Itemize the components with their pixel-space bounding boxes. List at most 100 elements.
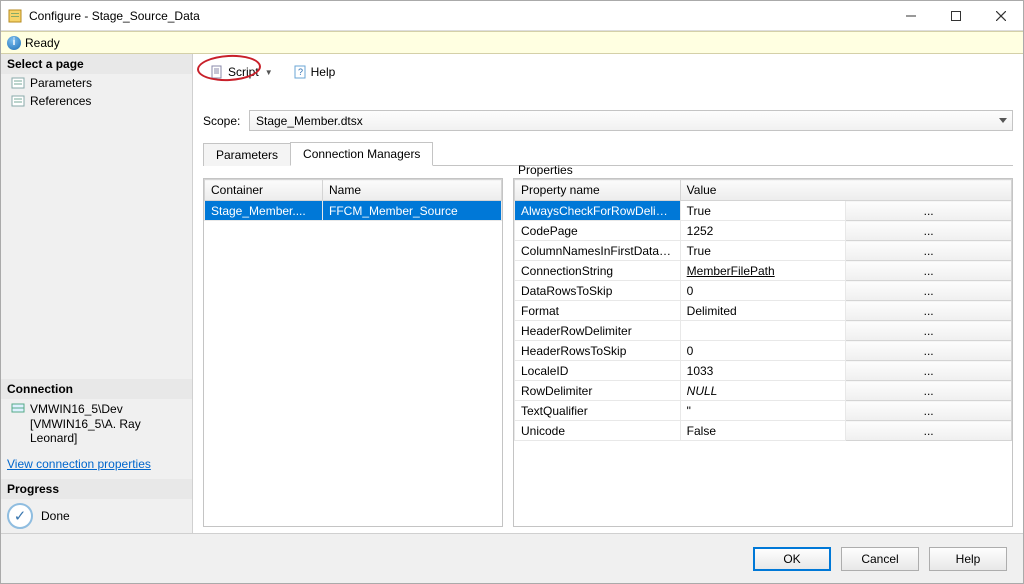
connection-header: Connection <box>1 379 192 399</box>
connection-server-text: VMWIN16_5\Dev <box>30 402 123 416</box>
help-label: Help <box>311 65 336 79</box>
help-icon: ? <box>293 66 307 78</box>
ellipsis-button[interactable]: ... <box>846 341 1012 361</box>
ellipsis-button[interactable]: ... <box>846 321 1012 341</box>
cancel-button[interactable]: Cancel <box>841 547 919 571</box>
property-row[interactable]: HeaderRowDelimiter... <box>515 321 1012 341</box>
prop-header-name[interactable]: Property name <box>515 180 681 201</box>
info-icon: i <box>7 36 21 50</box>
view-connection-properties-link[interactable]: View connection properties <box>7 457 186 471</box>
property-row[interactable]: HeaderRowsToSkip0... <box>515 341 1012 361</box>
property-value[interactable]: 1252 <box>680 221 846 241</box>
close-button[interactable] <box>978 1 1023 30</box>
property-value[interactable]: False <box>680 421 846 441</box>
scope-row: Scope: Stage_Member.dtsx <box>203 110 1013 131</box>
ellipsis-button[interactable]: ... <box>846 401 1012 421</box>
progress-block: ✓ Done <box>1 499 192 533</box>
ellipsis-button[interactable]: ... <box>846 421 1012 441</box>
scope-label: Scope: <box>203 114 241 128</box>
property-name: Unicode <box>515 421 681 441</box>
property-value[interactable]: 1033 <box>680 361 846 381</box>
progress-header: Progress <box>1 479 192 499</box>
maximize-button[interactable] <box>933 1 978 30</box>
progress-status: Done <box>41 509 70 523</box>
connection-user: [VMWIN16_5\A. Ray Leonard] <box>7 417 186 445</box>
cm-header-name[interactable]: Name <box>323 180 502 201</box>
property-value[interactable]: NULL <box>680 381 846 401</box>
window-title: Configure - Stage_Source_Data <box>29 9 888 23</box>
cm-header-container[interactable]: Container <box>205 180 323 201</box>
left-pane: Select a page Parameters References Conn… <box>1 54 193 533</box>
ellipsis-button[interactable]: ... <box>846 241 1012 261</box>
nav-parameters[interactable]: Parameters <box>1 74 192 92</box>
property-row[interactable]: RowDelimiterNULL... <box>515 381 1012 401</box>
check-icon: ✓ <box>7 503 33 529</box>
property-value[interactable] <box>680 321 846 341</box>
script-button[interactable]: Script ▼ <box>203 62 280 82</box>
ready-bar: i Ready <box>1 31 1023 54</box>
ellipsis-button[interactable]: ... <box>846 261 1012 281</box>
property-value[interactable]: 0 <box>680 341 846 361</box>
property-name: TextQualifier <box>515 401 681 421</box>
property-row[interactable]: ColumnNamesInFirstDataRowTrue... <box>515 241 1012 261</box>
select-page-header: Select a page <box>1 54 192 74</box>
parameters-icon <box>11 77 25 89</box>
property-row[interactable]: CodePage1252... <box>515 221 1012 241</box>
toolbar: Script ▼ ? Help <box>203 58 1013 88</box>
minimize-button[interactable] <box>888 1 933 30</box>
ready-text: Ready <box>25 36 60 50</box>
nav-references[interactable]: References <box>1 92 192 110</box>
property-value[interactable]: 0 <box>680 281 846 301</box>
property-value[interactable]: MemberFilePath <box>680 261 846 281</box>
window-controls <box>888 1 1023 30</box>
property-name: HeaderRowsToSkip <box>515 341 681 361</box>
property-row[interactable]: UnicodeFalse... <box>515 421 1012 441</box>
property-row[interactable]: FormatDelimited... <box>515 301 1012 321</box>
right-pane: Script ▼ ? Help Scope: Stage_Member.dtsx… <box>193 54 1023 533</box>
cm-cell-name: FFCM_Member_Source <box>323 201 502 221</box>
ellipsis-button[interactable]: ... <box>846 301 1012 321</box>
property-row[interactable]: DataRowsToSkip0... <box>515 281 1012 301</box>
ellipsis-button[interactable]: ... <box>846 221 1012 241</box>
ellipsis-button[interactable]: ... <box>846 381 1012 401</box>
prop-header-value[interactable]: Value <box>680 180 1011 201</box>
property-name: ConnectionString <box>515 261 681 281</box>
property-row[interactable]: ConnectionStringMemberFilePath... <box>515 261 1012 281</box>
properties-title: Properties <box>518 163 573 177</box>
server-icon <box>11 402 25 414</box>
script-icon <box>210 66 224 78</box>
tab-connection-managers[interactable]: Connection Managers <box>290 142 433 166</box>
property-value[interactable]: Delimited <box>680 301 846 321</box>
tabs: Parameters Connection Managers <box>203 141 1013 166</box>
property-row[interactable]: AlwaysCheckForRowDelimitersTrue... <box>515 201 1012 221</box>
tab-parameters[interactable]: Parameters <box>203 143 291 166</box>
property-value[interactable]: True <box>680 201 846 221</box>
help-dialog-button[interactable]: Help <box>929 547 1007 571</box>
script-label: Script <box>228 65 259 79</box>
property-value[interactable]: True <box>680 241 846 261</box>
property-name: CodePage <box>515 221 681 241</box>
ok-button[interactable]: OK <box>753 547 831 571</box>
connection-managers-panel: Container Name Stage_Member.... FFCM_Mem… <box>203 178 503 527</box>
titlebar: Configure - Stage_Source_Data <box>1 1 1023 31</box>
ellipsis-button[interactable]: ... <box>846 201 1012 221</box>
property-name: HeaderRowDelimiter <box>515 321 681 341</box>
scope-dropdown[interactable]: Stage_Member.dtsx <box>249 110 1013 131</box>
scope-value: Stage_Member.dtsx <box>256 114 363 128</box>
ellipsis-button[interactable]: ... <box>846 361 1012 381</box>
properties-panel: Properties Property name Value AlwaysChe… <box>513 178 1013 527</box>
property-row[interactable]: LocaleID1033... <box>515 361 1012 381</box>
property-name: RowDelimiter <box>515 381 681 401</box>
property-name: AlwaysCheckForRowDelimiters <box>515 201 681 221</box>
dialog-buttons: OK Cancel Help <box>1 533 1023 583</box>
property-name: Format <box>515 301 681 321</box>
help-button[interactable]: ? Help <box>286 62 343 82</box>
cm-cell-container: Stage_Member.... <box>205 201 323 221</box>
table-row[interactable]: Stage_Member.... FFCM_Member_Source <box>205 201 502 221</box>
connection-managers-table: Container Name Stage_Member.... FFCM_Mem… <box>204 179 502 221</box>
nav-parameters-label: Parameters <box>30 76 92 90</box>
property-row[interactable]: TextQualifier"... <box>515 401 1012 421</box>
ellipsis-button[interactable]: ... <box>846 281 1012 301</box>
property-value[interactable]: " <box>680 401 846 421</box>
properties-table: Property name Value AlwaysCheckForRowDel… <box>514 179 1012 441</box>
